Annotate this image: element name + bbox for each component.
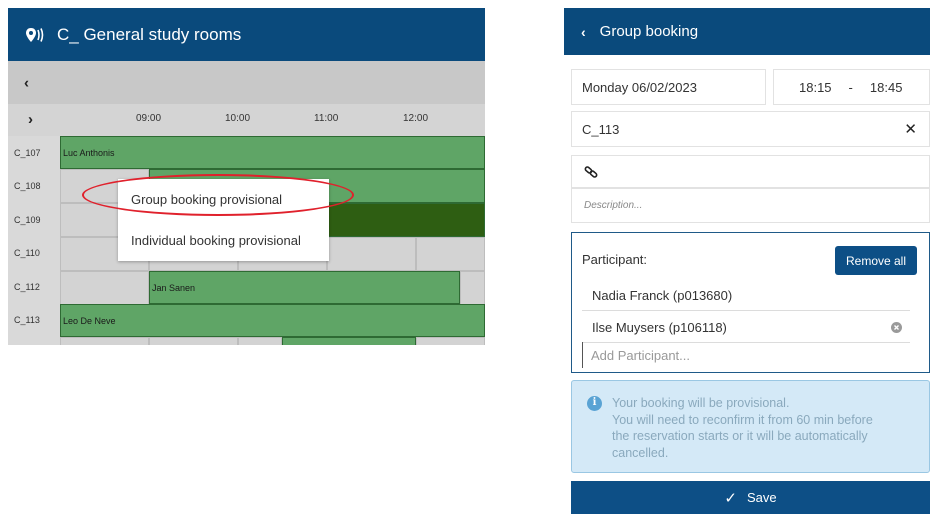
- info-line: Your booking will be provisional.: [612, 396, 790, 410]
- booking-block-partial[interactable]: [282, 337, 416, 345]
- participant-row: Ilse Muysers (p106118): [582, 312, 910, 343]
- participants-section: Participant: Remove all Nadia Franck (p0…: [571, 232, 930, 373]
- grid-cell[interactable]: [416, 237, 485, 271]
- info-icon: i: [587, 396, 602, 411]
- prev-nav-row: ‹: [8, 61, 485, 104]
- grid-cell[interactable]: [149, 337, 238, 345]
- next-chevron-button[interactable]: ›: [28, 111, 33, 128]
- clear-room-icon[interactable]: ✕: [904, 120, 917, 138]
- info-line: the reservation starts or it will be aut…: [612, 429, 868, 443]
- booking-title: Group booking: [599, 23, 699, 40]
- add-participant-placeholder: Add Participant...: [591, 347, 690, 363]
- room-schedule-panel: C_ General study rooms ‹ › 09:00 10:00 1…: [8, 8, 485, 345]
- participant-name: Ilse Muysers (p106118): [592, 319, 727, 335]
- time-label: 12:00: [403, 113, 429, 124]
- room-label: C_113: [8, 303, 60, 337]
- room-label: C_109: [8, 203, 60, 237]
- location-pin-icon: [26, 27, 44, 42]
- booking-block-c107[interactable]: Luc Anthonis: [60, 136, 485, 169]
- room-value: C_113: [582, 121, 620, 137]
- description-input[interactable]: Description...: [571, 188, 930, 223]
- highlight-ellipse: [82, 174, 354, 216]
- room-labels: C_107 C_108 C_109 C_110 C_112 C_113: [8, 136, 60, 337]
- description-placeholder: Description...: [584, 200, 643, 211]
- room-label: C_108: [8, 169, 60, 203]
- time-range-field[interactable]: 18:15 - 18:45: [773, 69, 930, 105]
- grid-cell[interactable]: [60, 271, 149, 305]
- room-label: C_110: [8, 236, 60, 270]
- info-line: cancelled.: [612, 445, 669, 460]
- time-label: 10:00: [225, 113, 251, 124]
- grid-cell[interactable]: [238, 337, 282, 345]
- schedule-title-bar: C_ General study rooms: [8, 8, 485, 61]
- remove-participant-icon[interactable]: [891, 321, 902, 333]
- room-label: C_112: [8, 270, 60, 304]
- booking-block-c113[interactable]: Leo De Neve: [60, 304, 485, 337]
- link-icon: [584, 165, 598, 178]
- info-line: You will need to reconfirm it from 60 mi…: [612, 412, 873, 427]
- menu-item-individual-booking[interactable]: Individual booking provisional: [118, 220, 329, 261]
- group-booking-panel: ‹ Group booking Monday 06/02/2023 18:15 …: [564, 8, 930, 516]
- schedule-title: C_ General study rooms: [57, 24, 242, 44]
- end-time[interactable]: 18:45: [870, 80, 903, 95]
- room-label: C_107: [8, 136, 60, 170]
- prev-chevron-button[interactable]: ‹: [24, 74, 29, 91]
- add-participant-input[interactable]: Add Participant...: [582, 342, 910, 368]
- date-value: Monday 06/02/2023: [582, 79, 697, 95]
- time-label: 09:00: [136, 113, 162, 124]
- booking-name: Luc Anthonis: [63, 147, 115, 158]
- remove-all-button[interactable]: Remove all: [835, 246, 917, 275]
- booking-block-c112[interactable]: Jan Sanen: [149, 271, 460, 304]
- participant-label: Participant:: [582, 252, 648, 267]
- save-label: Save: [746, 490, 777, 505]
- time-header: › 09:00 10:00 11:00 12:00: [8, 104, 485, 136]
- booking-name: Leo De Neve: [63, 315, 116, 326]
- time-separator: -: [848, 79, 853, 95]
- check-icon: ✓: [724, 489, 737, 507]
- back-chevron-button[interactable]: ‹: [581, 24, 586, 40]
- date-field[interactable]: Monday 06/02/2023: [571, 69, 766, 105]
- time-label: 11:00: [314, 113, 339, 124]
- grid-cell[interactable]: [327, 237, 416, 271]
- room-field[interactable]: C_113 ✕: [571, 111, 930, 147]
- grid-cell[interactable]: [60, 337, 149, 345]
- provisional-info-box: i Your booking will be provisional. You …: [571, 380, 930, 473]
- link-field[interactable]: [571, 155, 930, 188]
- save-button[interactable]: ✓ Save: [571, 481, 930, 514]
- participant-name: Nadia Franck (p013680): [592, 287, 733, 303]
- grid-cell[interactable]: [460, 271, 485, 305]
- booking-name: Jan Sanen: [152, 282, 196, 293]
- grid-cell[interactable]: [416, 337, 485, 345]
- participant-row: Nadia Franck (p013680): [582, 280, 910, 311]
- booking-title-bar: ‹ Group booking: [564, 8, 930, 55]
- start-time[interactable]: 18:15: [799, 80, 832, 95]
